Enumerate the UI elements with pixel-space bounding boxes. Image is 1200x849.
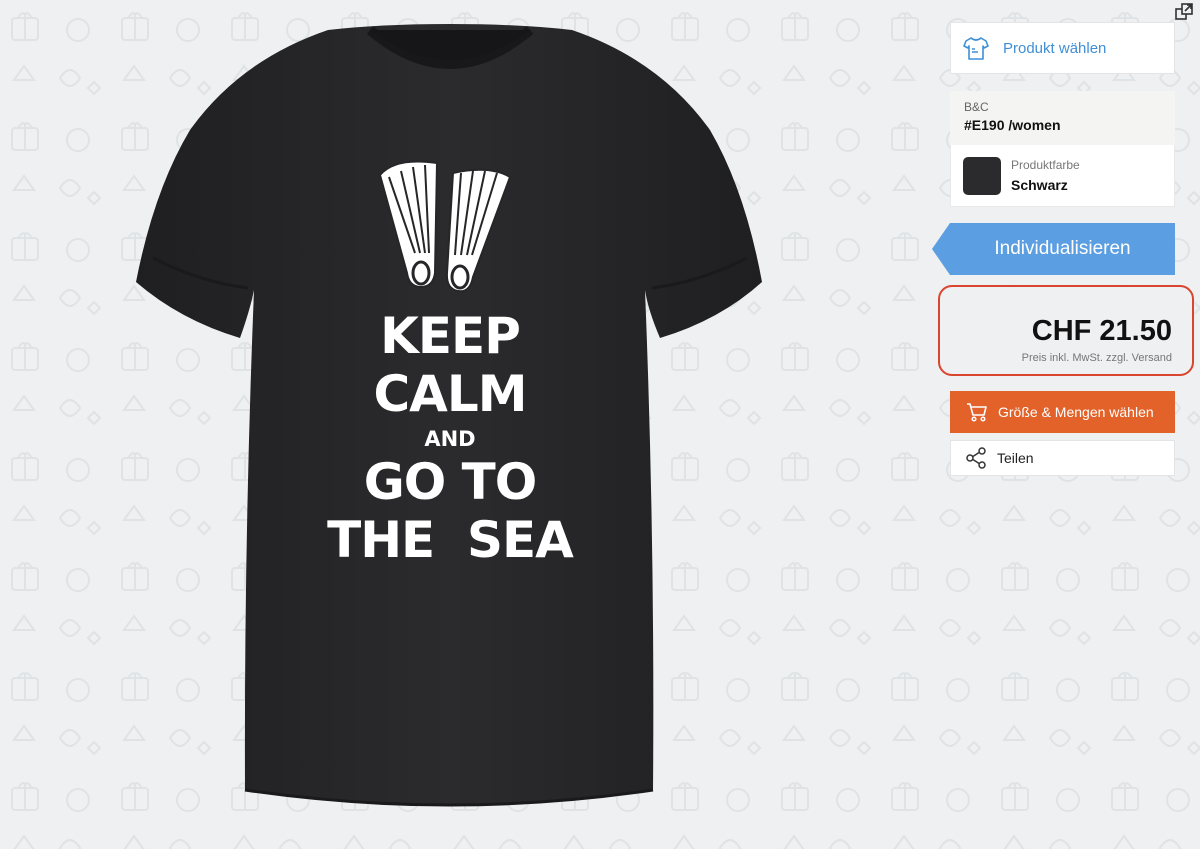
price-note: Preis inkl. MwSt. zzgl. Versand [1021,352,1172,364]
external-link-icon[interactable] [1174,2,1194,22]
share-icon [966,447,986,469]
choose-product-label: Produkt wählen [1003,39,1107,57]
product-color-label: Produktfarbe [1011,158,1080,172]
share-button[interactable]: Teilen [950,440,1175,476]
product-info: B&C #E190 /women [950,91,1175,145]
size-quantity-button[interactable]: Größe & Mengen wählen [950,391,1175,433]
print-text-line: GO TO [363,453,538,511]
cart-icon [967,403,987,422]
price-box: CHF 21.50 Preis inkl. MwSt. zzgl. Versan… [938,285,1194,376]
product-color-value: Schwarz [1011,177,1068,193]
tshirt-icon [963,37,989,60]
product-color-selector[interactable]: Produktfarbe Schwarz [950,145,1175,207]
price-amount: CHF 21.50 [1031,315,1172,347]
color-swatch [963,156,1001,195]
print-text-line: KEEP [380,307,521,365]
customize-button[interactable]: Individualisieren [932,223,1175,275]
share-label: Teilen [997,450,1034,466]
product-model: #E190 /women [964,117,1061,133]
choose-product-button[interactable]: Produkt wählen [950,22,1175,74]
diving-fins-graphic [378,160,512,293]
product-brand: B&C [964,100,989,114]
print-text-line: CALM [373,365,527,423]
customize-label: Individualisieren [994,238,1131,259]
print-text-line: AND [424,427,476,451]
print-text-line: THE SEA [327,511,574,569]
product-config-panel: Produkt wählen B&C #E190 /women Produktf… [932,22,1194,476]
size-quantity-label: Größe & Mengen wählen [998,404,1154,420]
